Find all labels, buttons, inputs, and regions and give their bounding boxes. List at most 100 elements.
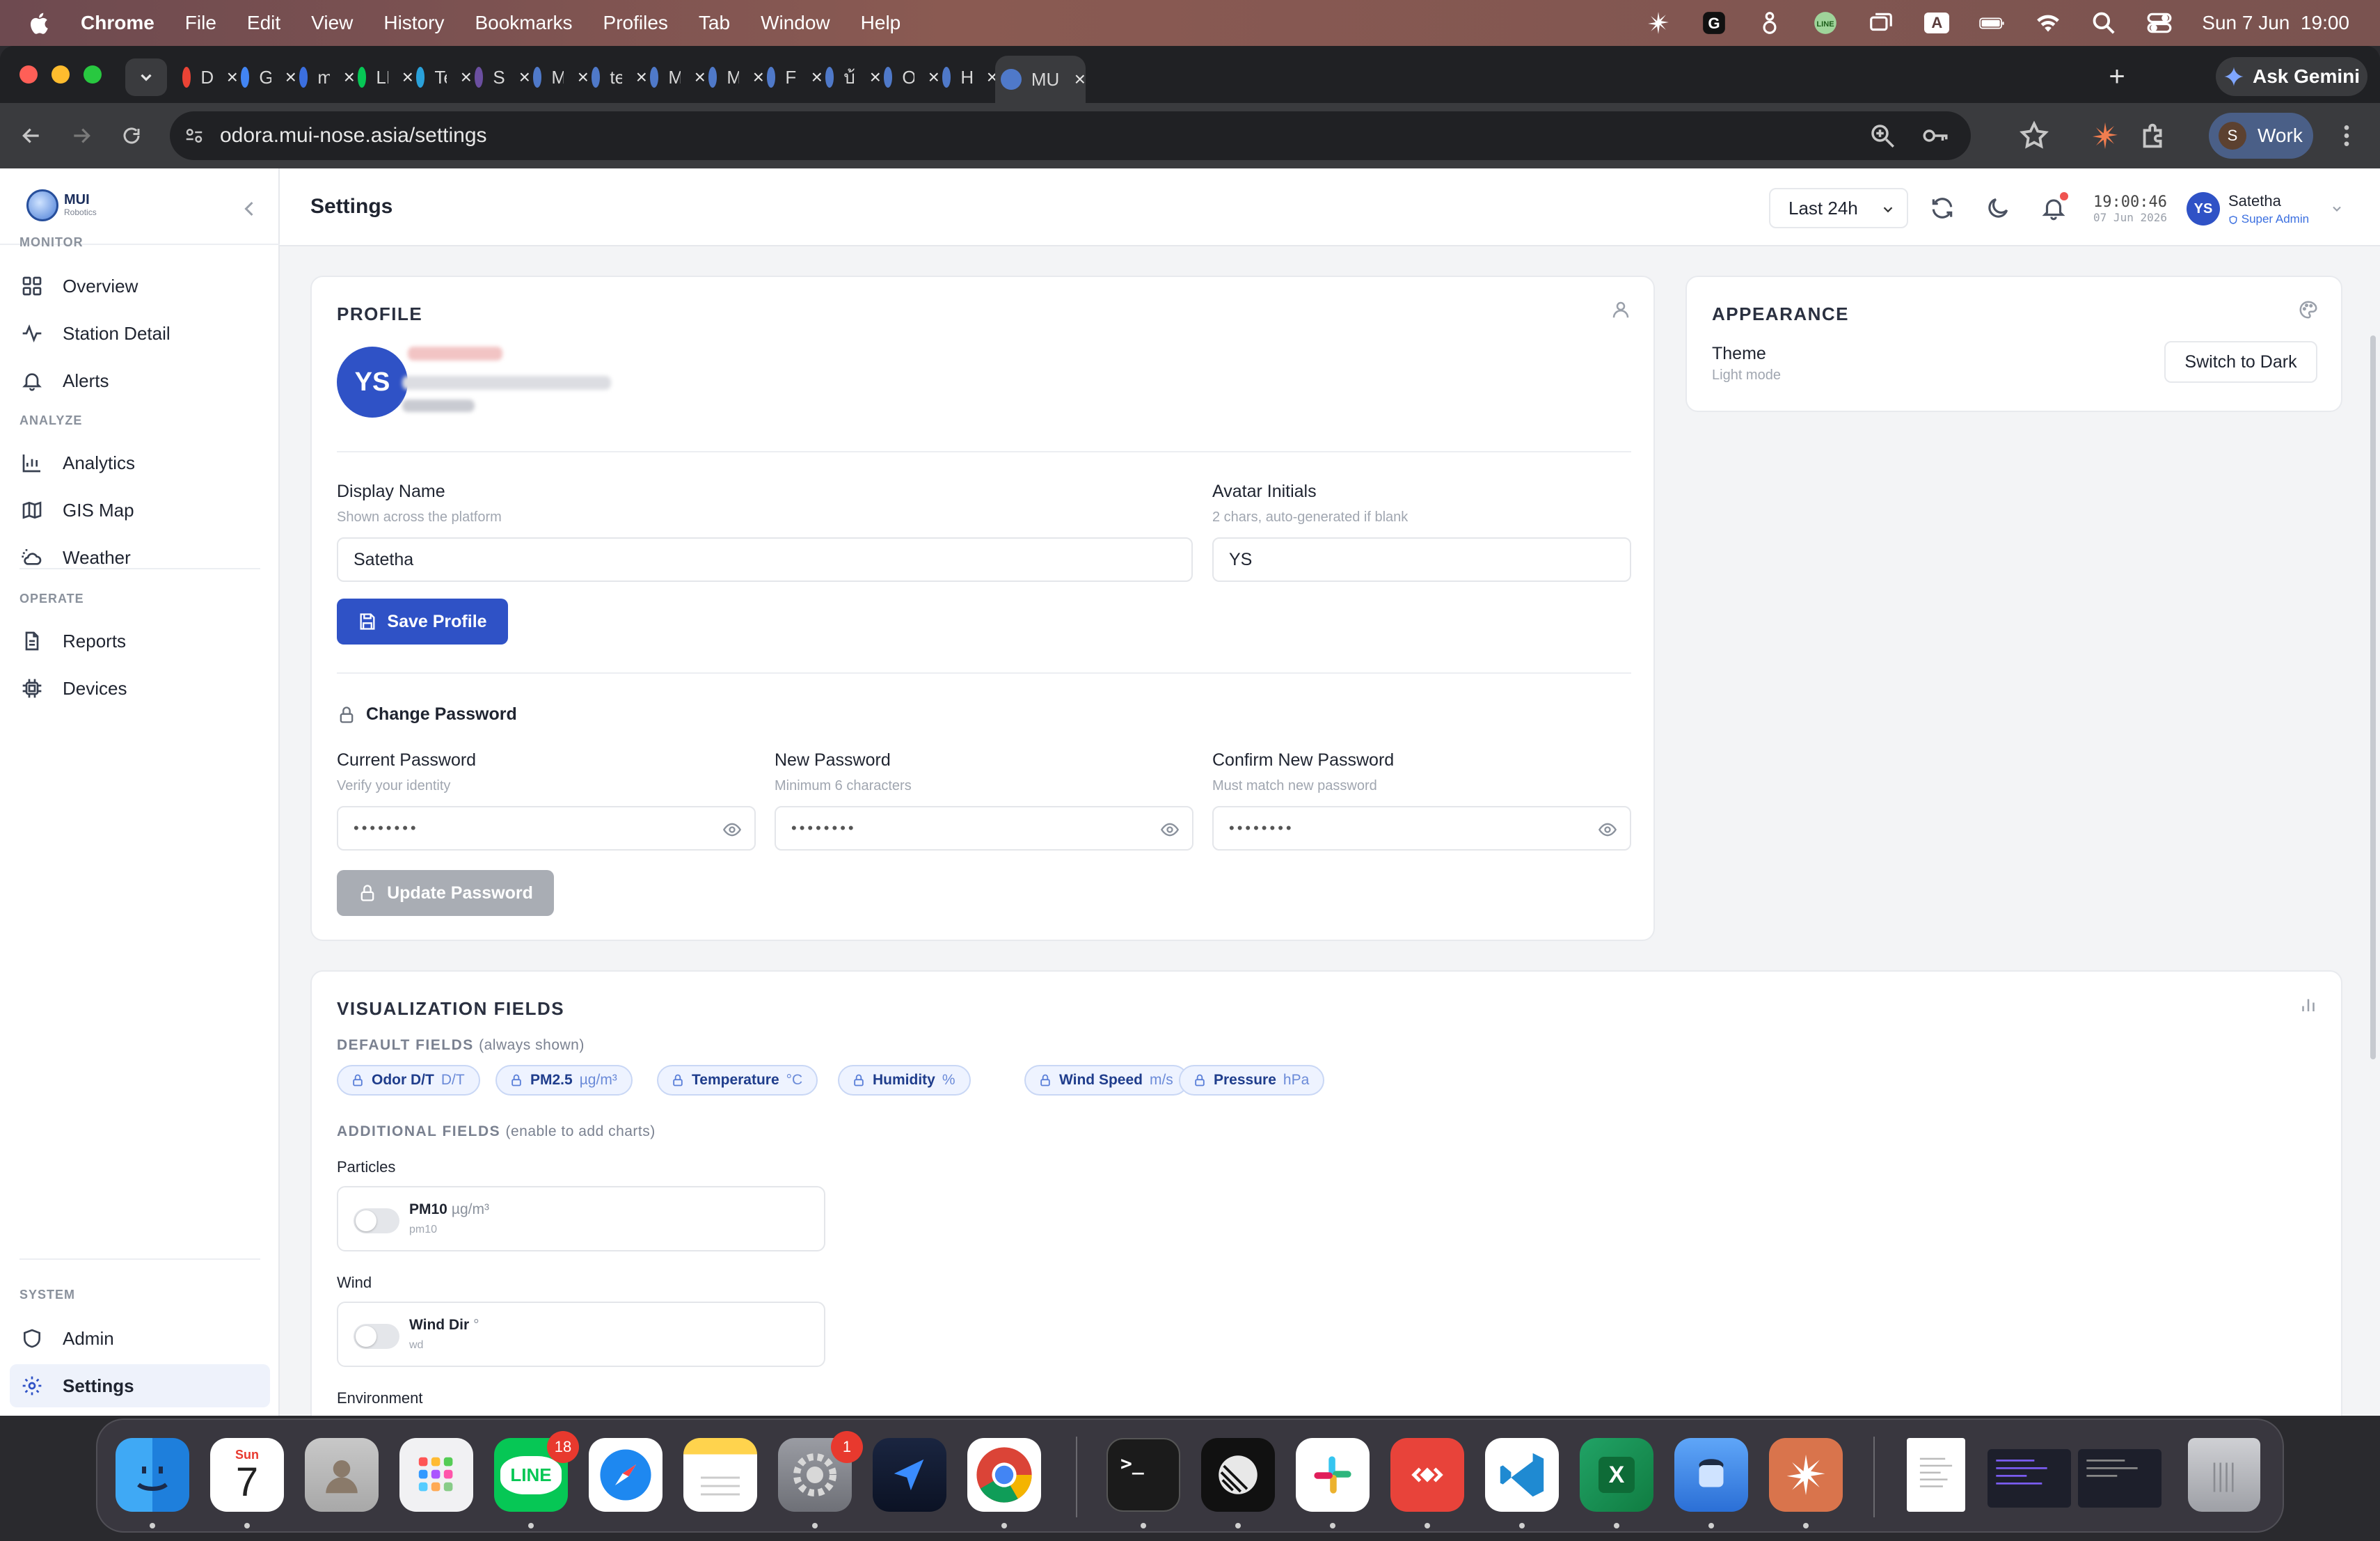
tab-9[interactable]: MU × xyxy=(708,56,764,99)
close-tab-icon[interactable]: × xyxy=(402,66,413,88)
url-text[interactable]: odora.mui-nose.asia/settings xyxy=(220,124,487,148)
close-tab-icon[interactable]: × xyxy=(461,66,472,88)
window-thumbnail-editor[interactable] xyxy=(2078,1449,2161,1508)
sidebar-item-settings[interactable]: Settings xyxy=(10,1364,270,1407)
tab-1[interactable]: Goo × xyxy=(241,56,296,99)
anydesk-app-icon[interactable] xyxy=(1390,1438,1464,1512)
tab-4[interactable]: Tele × xyxy=(416,56,472,99)
refresh-icon[interactable] xyxy=(1929,195,1955,221)
close-tab-icon[interactable]: × xyxy=(928,66,939,88)
tab-5[interactable]: Stat × xyxy=(475,56,530,99)
line-menubar-icon[interactable]: LINE xyxy=(1812,10,1839,36)
display-name-input[interactable]: Satetha xyxy=(337,537,1193,582)
finder-app-icon[interactable] xyxy=(116,1438,189,1512)
menu-app-name[interactable]: Chrome xyxy=(81,12,154,34)
menubar-clock[interactable]: Sun 7 Jun 19:00 xyxy=(2202,12,2349,34)
input-source-icon[interactable]: A xyxy=(1923,10,1950,36)
chrome-menu-icon[interactable] xyxy=(2333,120,2361,152)
minimize-window-button[interactable] xyxy=(51,65,70,84)
eye-icon[interactable] xyxy=(1160,820,1180,839)
spotlight-search-icon[interactable] xyxy=(2091,10,2117,36)
grammarly-icon[interactable]: G xyxy=(1701,10,1727,36)
preview-app-icon[interactable] xyxy=(1674,1438,1748,1512)
menu-edit[interactable]: Edit xyxy=(247,12,280,34)
page-scrollbar[interactable] xyxy=(2370,335,2376,1059)
sidebar-item-gis-map[interactable]: GIS Map xyxy=(10,489,270,532)
back-button[interactable] xyxy=(15,120,47,152)
user-menu[interactable]: Satetha Super Admin xyxy=(2228,193,2309,226)
slack-app-icon[interactable] xyxy=(1296,1438,1370,1512)
close-tab-icon[interactable]: × xyxy=(578,66,589,88)
tool-status-icon[interactable] xyxy=(1756,10,1783,36)
tab-13[interactable]: Hor× xyxy=(942,56,998,99)
eye-icon[interactable] xyxy=(722,820,742,839)
claude-status-icon[interactable] xyxy=(1645,10,1672,36)
forward-button[interactable] xyxy=(65,120,97,152)
vscode-app-icon[interactable] xyxy=(1485,1438,1559,1512)
wifi-icon[interactable] xyxy=(2035,10,2061,36)
sidebar-item-analytics[interactable]: Analytics xyxy=(10,441,270,484)
sidebar-item-admin[interactable]: Admin xyxy=(10,1317,270,1360)
menu-bookmarks[interactable]: Bookmarks xyxy=(475,12,572,34)
menu-window[interactable]: Window xyxy=(761,12,830,34)
notes-app-icon[interactable] xyxy=(683,1438,757,1512)
close-tab-icon[interactable]: × xyxy=(695,66,706,88)
close-tab-icon[interactable]: × xyxy=(636,66,647,88)
excel-app-icon[interactable]: X xyxy=(1580,1438,1653,1512)
control-center-icon[interactable] xyxy=(2146,10,2173,36)
time-range-select[interactable]: Last 24h xyxy=(1769,188,1908,228)
close-tab-icon[interactable]: × xyxy=(753,66,764,88)
chevron-down-icon[interactable] xyxy=(2330,202,2344,216)
field-toggle[interactable] xyxy=(354,1208,399,1233)
eye-icon[interactable] xyxy=(1598,820,1617,839)
moon-icon[interactable] xyxy=(1985,195,2011,221)
password-key-icon[interactable] xyxy=(1921,121,1950,150)
user-avatar[interactable]: YS xyxy=(2187,192,2220,226)
reload-button[interactable] xyxy=(116,120,148,152)
close-tab-icon[interactable]: × xyxy=(1074,68,1086,90)
contacts-app-icon[interactable] xyxy=(305,1438,379,1512)
tab-14[interactable]: MU × xyxy=(995,56,1086,103)
brand-logo[interactable]: MUI Robotics xyxy=(26,189,97,221)
extensions-puzzle-icon[interactable] xyxy=(2138,120,2170,152)
collapse-sidebar-icon[interactable] xyxy=(237,196,262,221)
update-password-button[interactable]: Update Password xyxy=(337,870,554,916)
tab-12[interactable]: Odo × xyxy=(884,56,939,99)
sidebar-item-reports[interactable]: Reports xyxy=(10,619,270,663)
address-bar[interactable]: odora.mui-nose.asia/settings xyxy=(170,111,1971,160)
menu-file[interactable]: File xyxy=(185,12,216,34)
claude-app-icon[interactable] xyxy=(1769,1438,1843,1512)
tab-2[interactable]: mui × xyxy=(299,56,355,99)
tab-3[interactable]: LINE × xyxy=(358,56,413,99)
close-tab-icon[interactable]: × xyxy=(285,66,296,88)
menu-view[interactable]: View xyxy=(311,12,353,34)
launchpad-app-icon[interactable] xyxy=(399,1438,473,1512)
profile-button[interactable]: S Work xyxy=(2209,113,2313,159)
document-stack-icon[interactable] xyxy=(1907,1438,1965,1512)
bookmark-star-icon[interactable] xyxy=(2018,120,2050,152)
linear-app-icon[interactable] xyxy=(1201,1438,1275,1512)
testflight-app-icon[interactable] xyxy=(873,1438,946,1512)
sidebar-item-alerts[interactable]: Alerts xyxy=(10,359,270,402)
terminal-app-icon[interactable]: >_ xyxy=(1106,1438,1180,1512)
current-password-input[interactable]: •••••••• xyxy=(337,806,756,851)
switch-to-dark-button[interactable]: Switch to Dark xyxy=(2164,341,2317,383)
zoom-window-button[interactable] xyxy=(84,65,102,84)
close-tab-icon[interactable]: × xyxy=(227,66,238,88)
tab-6[interactable]: Mul × xyxy=(533,56,589,99)
tab-0[interactable]: Dra × xyxy=(182,56,238,99)
confirm-password-input[interactable]: •••••••• xyxy=(1212,806,1631,851)
close-tab-icon[interactable]: × xyxy=(870,66,881,88)
save-profile-button[interactable]: Save Profile xyxy=(337,599,508,645)
tab-11[interactable]: บ้าน × xyxy=(825,56,881,99)
calendar-app-icon[interactable]: Sun 7 xyxy=(210,1438,284,1512)
safari-app-icon[interactable] xyxy=(589,1438,663,1512)
tab-search-button[interactable] xyxy=(125,58,167,96)
sidebar-item-station-detail[interactable]: Station Detail xyxy=(10,312,270,355)
chrome-app-icon[interactable] xyxy=(967,1438,1041,1512)
sidebar-item-weather[interactable]: Weather xyxy=(10,536,270,579)
field-toggle-card-pm10[interactable]: PM10 µg/m³ pm10 xyxy=(337,1186,825,1251)
close-tab-icon[interactable]: × xyxy=(811,66,823,88)
sidebar-item-overview[interactable]: Overview xyxy=(10,264,270,308)
apple-icon[interactable] xyxy=(28,11,49,35)
